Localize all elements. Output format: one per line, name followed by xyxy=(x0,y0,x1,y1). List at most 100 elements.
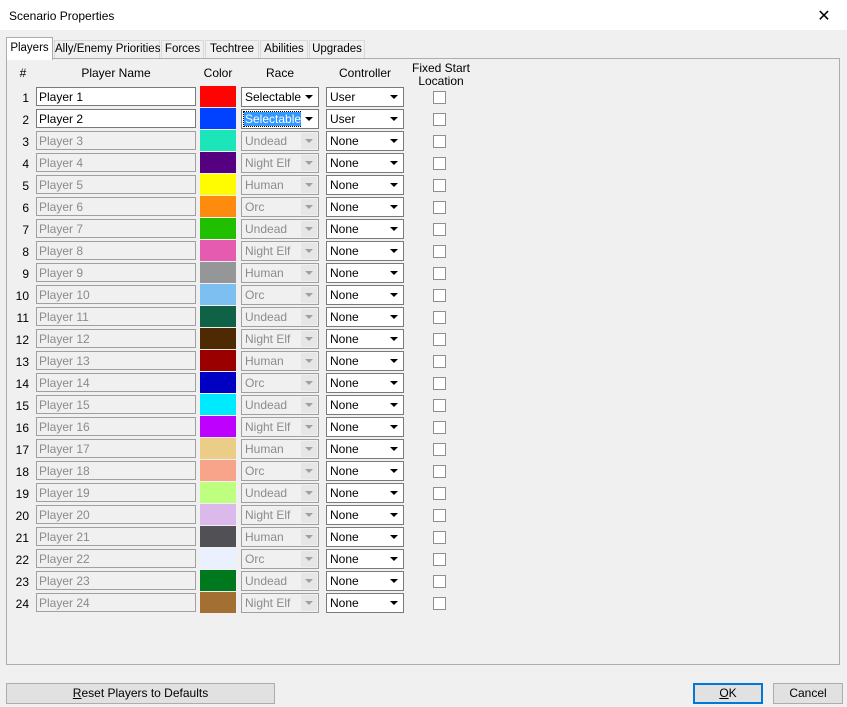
chevron-down-icon[interactable] xyxy=(301,111,317,127)
chevron-down-icon[interactable] xyxy=(301,287,317,303)
chevron-down-icon[interactable] xyxy=(301,89,317,105)
race-select[interactable]: Night Elf xyxy=(241,593,319,613)
tab-forces[interactable]: Forces xyxy=(161,40,204,59)
chevron-down-icon[interactable] xyxy=(386,265,402,281)
player-color-swatch[interactable] xyxy=(200,86,236,107)
fixed-start-location-checkbox[interactable] xyxy=(433,575,446,588)
race-select[interactable]: Undead xyxy=(241,131,319,151)
chevron-down-icon[interactable] xyxy=(301,397,317,413)
player-color-swatch[interactable] xyxy=(200,372,236,393)
controller-select[interactable]: None xyxy=(326,571,404,591)
chevron-down-icon[interactable] xyxy=(301,463,317,479)
chevron-down-icon[interactable] xyxy=(386,243,402,259)
player-color-swatch[interactable] xyxy=(200,416,236,437)
player-name-input[interactable]: Player 2 xyxy=(36,109,196,128)
race-select[interactable]: Undead xyxy=(241,571,319,591)
player-name-input[interactable]: Player 6 xyxy=(36,197,196,216)
fixed-start-location-checkbox[interactable] xyxy=(433,465,446,478)
chevron-down-icon[interactable] xyxy=(386,595,402,611)
fixed-start-location-checkbox[interactable] xyxy=(433,355,446,368)
race-select[interactable]: Undead xyxy=(241,219,319,239)
close-button[interactable]: ✕ xyxy=(801,0,847,31)
tab-upgrades[interactable]: Upgrades xyxy=(309,40,365,59)
controller-select[interactable]: None xyxy=(326,373,404,393)
chevron-down-icon[interactable] xyxy=(301,353,317,369)
cancel-button[interactable]: Cancel xyxy=(773,683,843,704)
race-select[interactable]: Human xyxy=(241,351,319,371)
chevron-down-icon[interactable] xyxy=(386,331,402,347)
chevron-down-icon[interactable] xyxy=(386,133,402,149)
fixed-start-location-checkbox[interactable] xyxy=(433,311,446,324)
player-color-swatch[interactable] xyxy=(200,438,236,459)
fixed-start-location-checkbox[interactable] xyxy=(433,531,446,544)
chevron-down-icon[interactable] xyxy=(386,441,402,457)
chevron-down-icon[interactable] xyxy=(301,419,317,435)
player-color-swatch[interactable] xyxy=(200,526,236,547)
chevron-down-icon[interactable] xyxy=(301,441,317,457)
chevron-down-icon[interactable] xyxy=(301,507,317,523)
player-name-input[interactable]: Player 20 xyxy=(36,505,196,524)
fixed-start-location-checkbox[interactable] xyxy=(433,289,446,302)
race-select[interactable]: Orc xyxy=(241,373,319,393)
fixed-start-location-checkbox[interactable] xyxy=(433,113,446,126)
chevron-down-icon[interactable] xyxy=(301,331,317,347)
fixed-start-location-checkbox[interactable] xyxy=(433,597,446,610)
tab-ally-enemy-priorities[interactable]: Ally/Enemy Priorities xyxy=(54,40,160,59)
race-select[interactable]: Selectable xyxy=(241,109,319,129)
player-name-input[interactable]: Player 24 xyxy=(36,593,196,612)
fixed-start-location-checkbox[interactable] xyxy=(433,509,446,522)
fixed-start-location-checkbox[interactable] xyxy=(433,267,446,280)
chevron-down-icon[interactable] xyxy=(301,199,317,215)
chevron-down-icon[interactable] xyxy=(301,485,317,501)
player-color-swatch[interactable] xyxy=(200,174,236,195)
chevron-down-icon[interactable] xyxy=(386,551,402,567)
player-color-swatch[interactable] xyxy=(200,482,236,503)
player-name-input[interactable]: Player 12 xyxy=(36,329,196,348)
fixed-start-location-checkbox[interactable] xyxy=(433,201,446,214)
player-color-swatch[interactable] xyxy=(200,394,236,415)
chevron-down-icon[interactable] xyxy=(386,177,402,193)
player-color-swatch[interactable] xyxy=(200,196,236,217)
chevron-down-icon[interactable] xyxy=(301,309,317,325)
controller-select[interactable]: None xyxy=(326,241,404,261)
chevron-down-icon[interactable] xyxy=(301,155,317,171)
controller-select[interactable]: None xyxy=(326,461,404,481)
race-select[interactable]: Night Elf xyxy=(241,417,319,437)
chevron-down-icon[interactable] xyxy=(301,595,317,611)
player-color-swatch[interactable] xyxy=(200,350,236,371)
player-name-input[interactable]: Player 14 xyxy=(36,373,196,392)
controller-select[interactable]: None xyxy=(326,549,404,569)
controller-select[interactable]: None xyxy=(326,197,404,217)
race-select[interactable]: Human xyxy=(241,263,319,283)
chevron-down-icon[interactable] xyxy=(386,573,402,589)
race-select[interactable]: Orc xyxy=(241,549,319,569)
player-color-swatch[interactable] xyxy=(200,130,236,151)
chevron-down-icon[interactable] xyxy=(301,243,317,259)
player-name-input[interactable]: Player 9 xyxy=(36,263,196,282)
chevron-down-icon[interactable] xyxy=(386,155,402,171)
race-select[interactable]: Undead xyxy=(241,307,319,327)
player-name-input[interactable]: Player 11 xyxy=(36,307,196,326)
fixed-start-location-checkbox[interactable] xyxy=(433,553,446,566)
controller-select[interactable]: None xyxy=(326,527,404,547)
controller-select[interactable]: None xyxy=(326,505,404,525)
fixed-start-location-checkbox[interactable] xyxy=(433,179,446,192)
fixed-start-location-checkbox[interactable] xyxy=(433,333,446,346)
player-name-input[interactable]: Player 23 xyxy=(36,571,196,590)
controller-select[interactable]: User xyxy=(326,87,404,107)
player-name-input[interactable]: Player 5 xyxy=(36,175,196,194)
chevron-down-icon[interactable] xyxy=(386,309,402,325)
chevron-down-icon[interactable] xyxy=(386,287,402,303)
player-color-swatch[interactable] xyxy=(200,262,236,283)
chevron-down-icon[interactable] xyxy=(386,221,402,237)
race-select[interactable]: Selectable xyxy=(241,87,319,107)
player-color-swatch[interactable] xyxy=(200,108,236,129)
chevron-down-icon[interactable] xyxy=(301,573,317,589)
race-select[interactable]: Night Elf xyxy=(241,329,319,349)
controller-select[interactable]: None xyxy=(326,307,404,327)
chevron-down-icon[interactable] xyxy=(386,353,402,369)
player-name-input[interactable]: Player 1 xyxy=(36,87,196,106)
controller-select[interactable]: None xyxy=(326,351,404,371)
chevron-down-icon[interactable] xyxy=(386,397,402,413)
fixed-start-location-checkbox[interactable] xyxy=(433,91,446,104)
